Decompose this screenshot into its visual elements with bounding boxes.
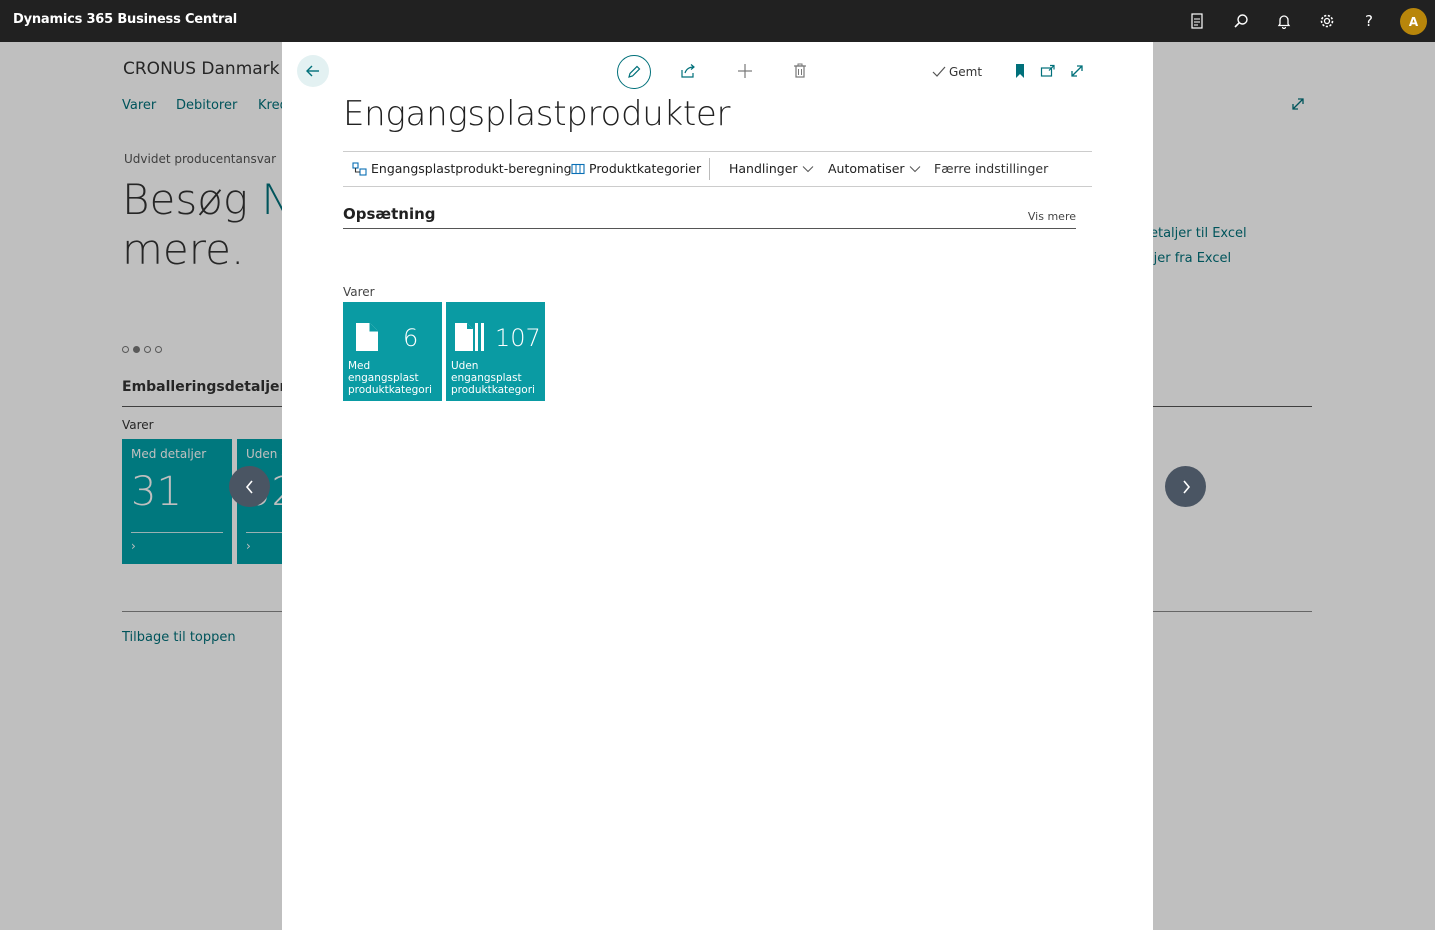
pencil-icon	[628, 65, 641, 78]
action-label: Produktkategorier	[589, 161, 702, 176]
cue-tile-label: Med engangsplast produktkategori	[348, 360, 442, 396]
expand-icon	[1071, 65, 1083, 77]
action-separator	[709, 158, 710, 180]
action-label: Handlinger	[729, 161, 798, 176]
bell-icon[interactable]	[1274, 11, 1294, 31]
cue-tile-label-line: Med engangsplast	[348, 360, 419, 384]
action-handlinger[interactable]: Handlinger	[729, 161, 814, 176]
cue-tile-med-engangsplast[interactable]: 6 Med engangsplast produktkategori	[343, 302, 442, 401]
table-icon	[571, 163, 585, 174]
expand-dialog-button[interactable]	[1068, 62, 1086, 80]
help-icon[interactable]: ?	[1359, 11, 1379, 31]
new-button[interactable]	[736, 62, 754, 80]
fasttab-opsaetning[interactable]: Opsætning Vis mere	[343, 205, 1076, 229]
open-in-new-window-icon	[1040, 64, 1055, 77]
carousel-next-button[interactable]	[1165, 466, 1206, 507]
page-title: Engangsplastprodukter	[343, 94, 731, 134]
action-engangsplastprodukt-beregning[interactable]: Engangsplastprodukt-beregning	[352, 161, 572, 176]
page-dialog: Gemt Engangsplastprodukter Engangsplastp…	[282, 42, 1153, 930]
cue-tile-label-line: engangsplast	[451, 372, 522, 384]
app-topbar: Dynamics 365 Business Central ? A	[0, 0, 1435, 42]
chevron-down-icon	[802, 165, 813, 172]
bookmark-icon	[1016, 64, 1024, 78]
cue-tile-value: 107	[495, 324, 541, 352]
action-bar: Engangsplastprodukt-beregning Produktkat…	[343, 151, 1092, 187]
action-automatiser[interactable]: Automatiser	[828, 161, 921, 176]
carousel-prev-button[interactable]	[229, 466, 270, 507]
chevron-right-icon	[1182, 479, 1190, 494]
action-faerre-indstillinger[interactable]: Færre indstillinger	[934, 161, 1048, 176]
cue-tile-value: 6	[403, 324, 419, 352]
cue-tile-label-line: produktkategori	[348, 384, 432, 396]
share-icon	[681, 64, 695, 78]
cue-group-label: Varer	[343, 285, 375, 299]
gear-icon[interactable]	[1317, 11, 1337, 31]
avatar[interactable]: A	[1400, 8, 1427, 35]
cue-tile-uden-engangsplast[interactable]: 107 Uden engangsplast produktkategori	[446, 302, 545, 401]
action-label: Færre indstillinger	[934, 161, 1049, 176]
plus-icon	[738, 64, 752, 78]
open-new-window-button[interactable]	[1039, 62, 1057, 80]
arrow-left-icon	[306, 65, 319, 77]
edit-button[interactable]	[617, 55, 651, 89]
action-label: Automatiser	[828, 161, 905, 176]
search-icon[interactable]	[1231, 11, 1251, 31]
saved-label: Gemt	[949, 65, 983, 79]
show-more-link[interactable]: Vis mere	[1028, 210, 1076, 223]
report-icon[interactable]	[1187, 11, 1207, 31]
action-label: Engangsplastprodukt-beregning	[371, 161, 572, 176]
app-title[interactable]: Dynamics 365 Business Central	[13, 12, 237, 27]
action-produktkategorier[interactable]: Produktkategorier	[571, 161, 701, 176]
fasttab-title[interactable]: Opsætning	[343, 205, 436, 223]
document-icon	[355, 322, 379, 356]
documents-icon	[454, 322, 486, 356]
chevron-down-icon	[909, 165, 920, 172]
cue-tile-label-line: Uden	[451, 360, 479, 372]
delete-button[interactable]	[791, 62, 809, 80]
cue-tile-label-line: produktkategori	[451, 384, 535, 396]
calculation-icon	[352, 161, 367, 176]
share-button[interactable]	[679, 62, 697, 80]
chevron-left-icon	[245, 479, 253, 494]
bookmark-button[interactable]	[1011, 62, 1029, 80]
saved-status: Gemt	[932, 65, 982, 79]
check-icon	[932, 66, 946, 77]
trash-icon	[794, 63, 806, 78]
cue-tile-label: Uden engangsplast produktkategori	[451, 360, 535, 396]
back-button[interactable]	[297, 55, 329, 87]
